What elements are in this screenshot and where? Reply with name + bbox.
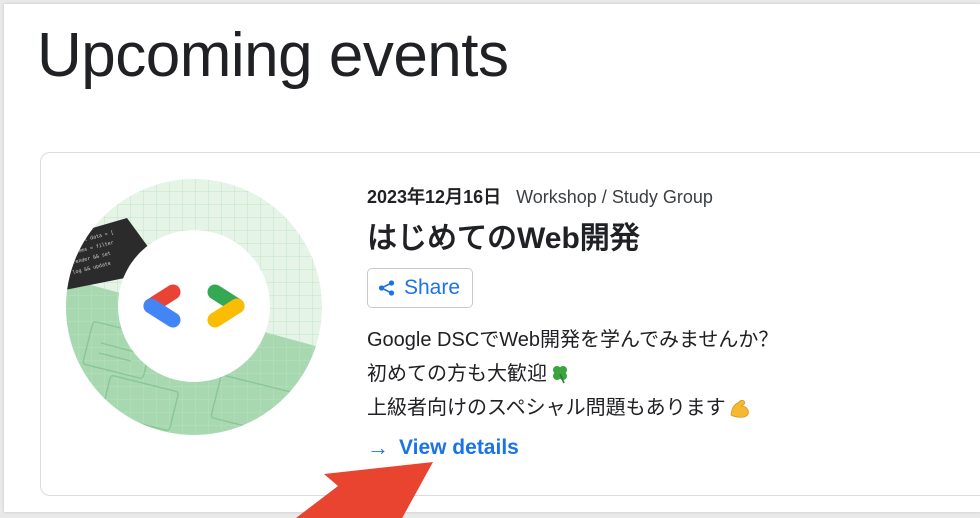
- description-line: Google DSCでWeb開発を学んでみませんか？: [367, 329, 779, 351]
- event-thumbnail: const data = [ items = filter render && …: [66, 179, 322, 435]
- description-line: 上級者向けのスペシャル問題もあります: [367, 391, 778, 425]
- event-title[interactable]: はじめてのWeb開発: [367, 213, 640, 257]
- event-meta: 2023年12月16日 Workshop / Study Group: [367, 183, 713, 209]
- view-details-label: View details: [399, 436, 519, 459]
- event-card[interactable]: const data = [ items = filter render && …: [40, 152, 980, 496]
- share-label: Share: [404, 276, 461, 299]
- event-category: Workshop / Study Group: [516, 187, 713, 207]
- description-line: 初めての方も大歓迎: [367, 357, 778, 391]
- flexed-biceps-icon: [730, 399, 749, 418]
- event-description: Google DSCでWeb開発を学んでみませんか？ 初めての方も大歓迎 上級者…: [367, 323, 778, 425]
- page-title: Upcoming events: [37, 21, 509, 90]
- share-button[interactable]: Share: [367, 268, 474, 308]
- arrow-right-icon: →: [367, 435, 389, 460]
- view-details-link[interactable]: → View details: [367, 435, 519, 461]
- four-leaf-clover-icon: [553, 366, 567, 384]
- events-page: Upcoming events const data = [items = f…: [4, 4, 980, 512]
- share-icon: [378, 280, 395, 296]
- event-date: 2023年12月16日: [367, 187, 502, 207]
